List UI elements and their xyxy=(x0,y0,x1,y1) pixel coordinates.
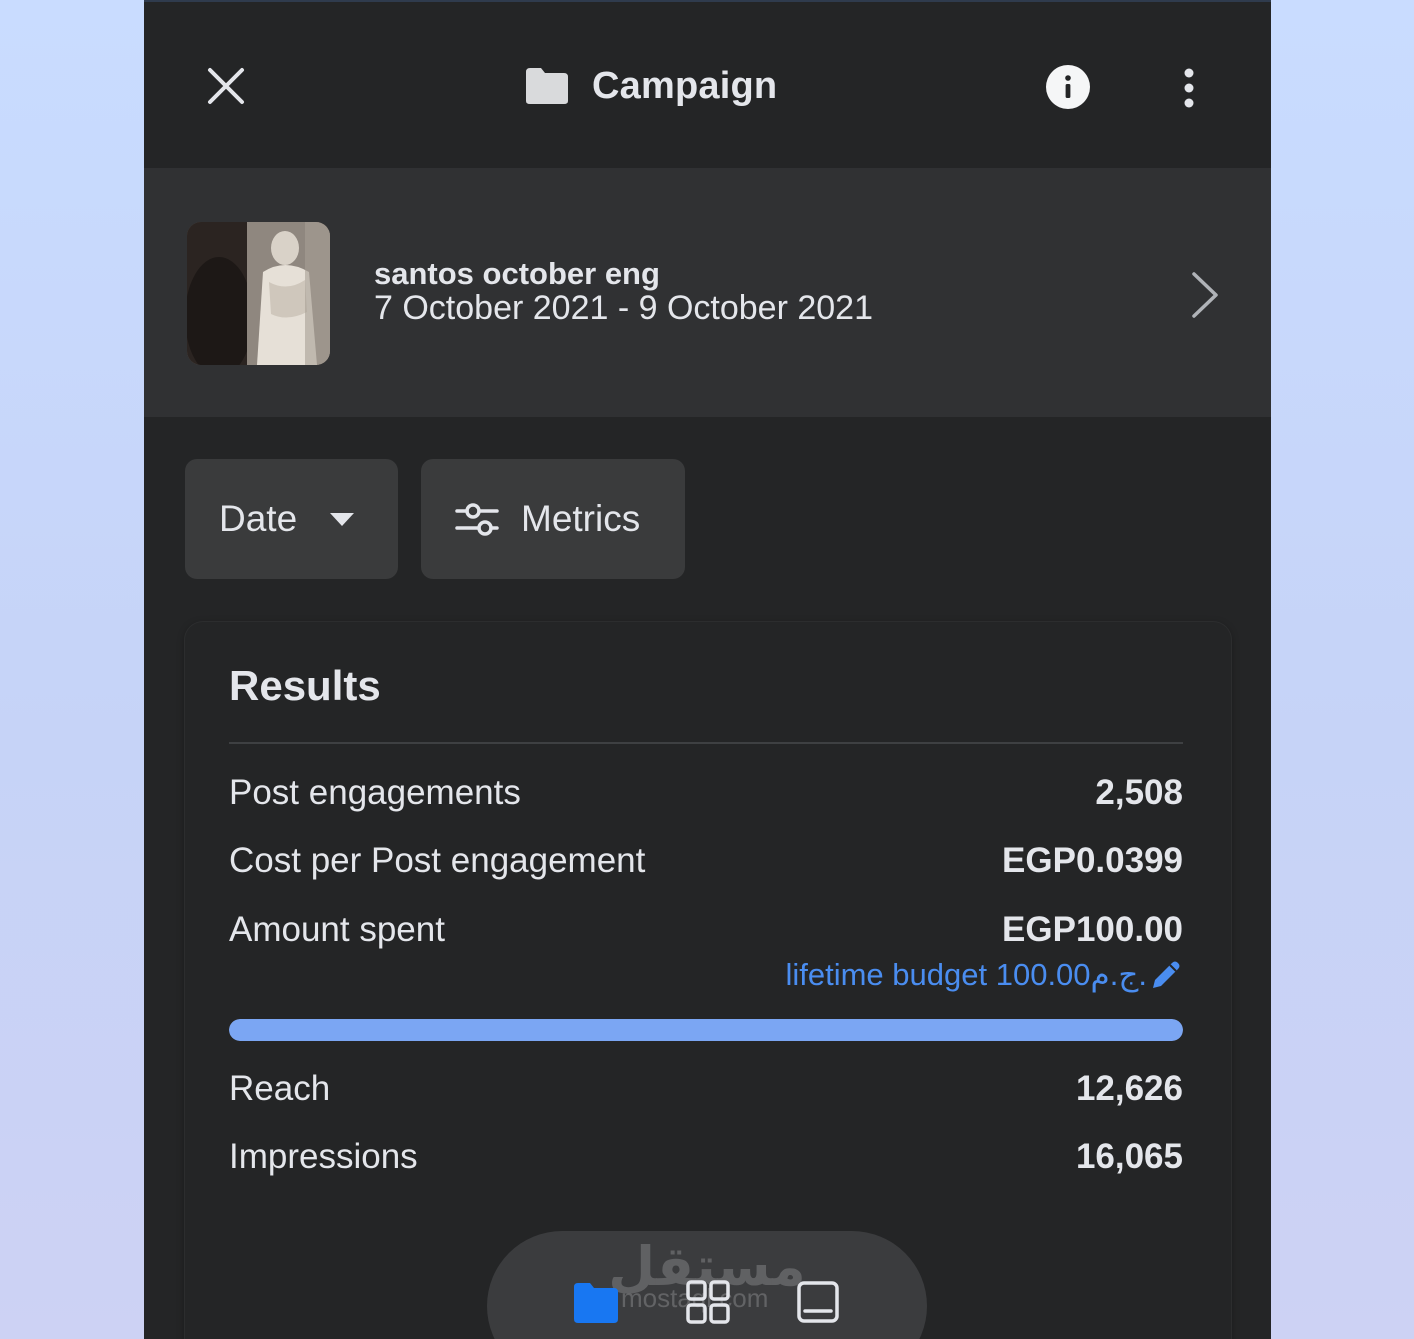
chevron-right-icon xyxy=(1192,272,1218,318)
info-button[interactable] xyxy=(1046,65,1090,109)
more-options-button[interactable] xyxy=(1170,66,1208,110)
metric-row-cost-per-engagement: Cost per Post engagement EGP0.0399 xyxy=(229,839,1183,883)
campaign-name: santos october eng xyxy=(374,256,660,291)
metric-row-amount-spent: Amount spent EGP100.00 xyxy=(229,908,1183,952)
ad-preview-icon xyxy=(797,1281,839,1323)
divider xyxy=(229,742,1183,744)
metric-label: Post engagements xyxy=(229,773,521,812)
date-filter-button[interactable]: Date xyxy=(185,459,398,579)
page-title: Campaign xyxy=(592,64,778,107)
caret-down-icon xyxy=(330,513,355,526)
metric-label: Amount spent xyxy=(229,910,445,949)
metric-label: Impressions xyxy=(229,1137,418,1176)
top-bar: Campaign xyxy=(144,0,1271,168)
nav-ads[interactable] xyxy=(795,1279,841,1325)
grid-icon xyxy=(686,1280,730,1324)
close-icon xyxy=(208,68,244,104)
campaign-thumbnail xyxy=(187,222,330,365)
metric-label: Reach xyxy=(229,1069,331,1108)
edit-budget-link[interactable]: lifetime budget 100.00ج.م. xyxy=(785,957,1183,993)
date-filter-label: Date xyxy=(219,498,298,539)
metric-value: EGP100.00 xyxy=(1002,910,1183,949)
results-title: Results xyxy=(229,662,381,709)
more-vertical-icon xyxy=(1184,68,1194,108)
budget-progress-bar xyxy=(229,1019,1183,1041)
budget-progress-fill xyxy=(229,1019,1183,1041)
metric-row-reach: Reach 12,626 xyxy=(229,1067,1183,1111)
metric-value: EGP0.0399 xyxy=(1002,841,1183,880)
page-title-group: Campaign xyxy=(524,60,777,112)
metrics-label: Metrics xyxy=(521,498,641,539)
nav-ad-sets[interactable] xyxy=(685,1279,731,1325)
campaign-date-range: 7 October 2021 - 9 October 2021 xyxy=(374,289,873,327)
app-screen: Campaign santos october eng 7 October 20… xyxy=(144,0,1271,1339)
metric-row-impressions: Impressions 16,065 xyxy=(229,1135,1183,1179)
metric-value: 12,626 xyxy=(1075,1069,1183,1108)
metrics-button[interactable]: Metrics xyxy=(421,459,685,579)
metric-row-post-engagements: Post engagements 2,508 xyxy=(229,771,1183,815)
budget-text: lifetime budget 100.00ج.م. xyxy=(785,957,1147,992)
campaign-image xyxy=(187,222,330,365)
bottom-navigation: مستقل mostaql.com xyxy=(487,1231,927,1339)
folder-icon xyxy=(526,68,568,104)
info-icon xyxy=(1065,75,1071,98)
close-button[interactable] xyxy=(204,64,248,108)
pencil-icon xyxy=(1153,961,1180,988)
metric-value: 2,508 xyxy=(1095,773,1183,812)
campaign-summary-row[interactable]: santos october eng 7 October 2021 - 9 Oc… xyxy=(144,168,1271,417)
folder-icon xyxy=(574,1283,618,1323)
nav-campaigns[interactable] xyxy=(573,1279,619,1325)
sliders-icon xyxy=(455,503,499,536)
metric-value: 16,065 xyxy=(1075,1137,1183,1176)
metric-label: Cost per Post engagement xyxy=(229,841,646,880)
